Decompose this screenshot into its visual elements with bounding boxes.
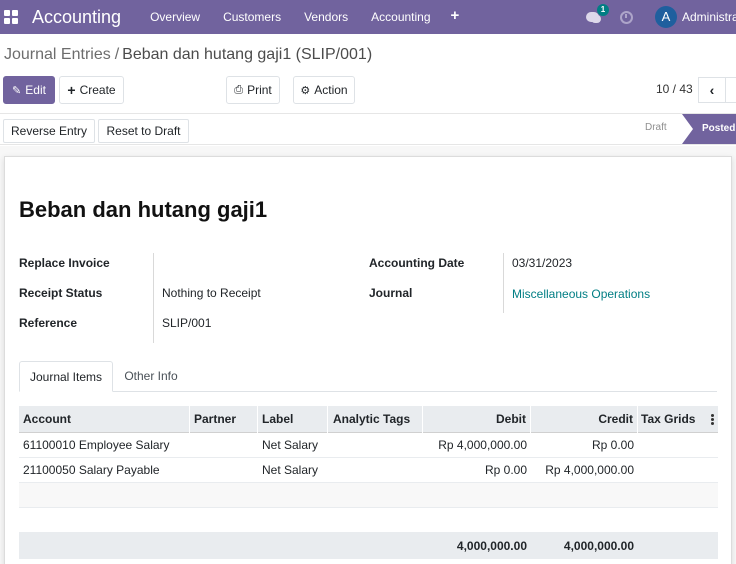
column-analytic-tags[interactable]: Analytic Tags <box>328 406 423 433</box>
action-button[interactable]: ⚙ Action <box>293 76 355 104</box>
menu-vendors[interactable]: Vendors <box>292 2 359 32</box>
apps-menu-icon[interactable] <box>4 10 18 24</box>
cell-account: 21100050 Salary Payable <box>23 463 160 477</box>
cell-account: 61100010 Employee Salary <box>23 438 170 452</box>
cell-label: Net Salary <box>262 463 319 477</box>
journal-value[interactable]: Miscellaneous Operations <box>512 287 650 301</box>
pager-value[interactable]: 10 / 43 <box>656 82 693 96</box>
cell-debit: Rp 4,000,000.00 <box>438 438 527 452</box>
edit-label: Edit <box>25 83 46 97</box>
main-menu: Overview Customers Vendors Accounting + <box>138 2 468 32</box>
menu-overview[interactable]: Overview <box>138 2 211 32</box>
entry-title: Beban dan hutang gaji1 <box>19 197 268 222</box>
menu-customers[interactable]: Customers <box>211 2 292 32</box>
action-label: Action <box>314 83 348 97</box>
gear-icon: ⚙ <box>300 84 311 97</box>
empty-row <box>19 508 718 533</box>
accounting-date-label: Accounting Date <box>369 256 465 270</box>
chevron-left-icon: ‹ <box>709 82 715 98</box>
menu-accounting[interactable]: Accounting <box>359 2 441 32</box>
create-label: Create <box>79 83 116 97</box>
journal-label: Journal <box>369 286 413 300</box>
column-label[interactable]: Label <box>258 406 328 433</box>
edit-button[interactable]: ✎ Edit <box>3 76 55 104</box>
breadcrumb-current: Beban dan hutang gaji1 (SLIP/001) <box>122 46 373 63</box>
column-partner[interactable]: Partner <box>190 406 258 433</box>
tab-journal-items[interactable]: Journal Items <box>19 361 113 392</box>
status-bar: Reverse Entry Reset to Draft Draft Poste… <box>0 113 736 145</box>
accounting-date-value: 03/31/2023 <box>512 256 573 270</box>
table-footer-totals: 4,000,000.00 4,000,000.00 <box>19 533 718 559</box>
print-button[interactable]: ⎙ Print <box>226 76 280 104</box>
right-field-divider <box>503 253 504 313</box>
optional-columns-kebab-icon[interactable] <box>711 414 714 426</box>
column-credit[interactable]: Credit <box>531 406 638 433</box>
reference-label: Reference <box>19 316 78 330</box>
cell-credit: Rp 0.00 <box>591 438 634 452</box>
empty-row <box>19 483 718 508</box>
menu-plus-icon[interactable]: + <box>442 2 469 32</box>
left-field-divider <box>153 253 154 343</box>
print-label: Print <box>247 83 272 97</box>
pencil-icon: ✎ <box>12 84 22 97</box>
pager-next-button[interactable] <box>725 77 736 103</box>
navbar-systray: 1 A Administrator <box>586 0 736 34</box>
chat-icon[interactable]: 1 <box>586 4 609 26</box>
chat-badge: 1 <box>597 4 609 16</box>
app-brand[interactable]: Accounting <box>32 7 121 28</box>
breadcrumb-separator: / <box>114 46 120 63</box>
column-tax-grids[interactable]: Tax Grids <box>638 406 708 433</box>
receipt-status-value: Nothing to Receipt <box>162 286 261 300</box>
reset-to-draft-button[interactable]: Reset to Draft <box>98 119 189 143</box>
replace-invoice-label: Replace Invoice <box>19 256 110 270</box>
cell-debit: Rp 0.00 <box>484 463 527 477</box>
column-debit[interactable]: Debit <box>423 406 531 433</box>
pager-previous-button[interactable]: ‹ <box>698 77 726 103</box>
table-row[interactable]: 21100050 Salary Payable Net Salary Rp 0.… <box>19 458 718 483</box>
activity-clock-icon[interactable] <box>620 10 633 24</box>
breadcrumb: Journal Entries / Beban dan hutang gaji1 (… <box>4 46 372 64</box>
column-account[interactable]: Account <box>19 406 190 433</box>
total-debit: 4,000,000.00 <box>456 539 527 553</box>
plus-icon: + <box>67 82 76 98</box>
table-header: Account Partner Label Analytic Tags Debi… <box>19 406 718 433</box>
user-name[interactable]: Administrator <box>682 10 736 24</box>
receipt-status-label: Receipt Status <box>19 286 103 300</box>
user-avatar[interactable]: A <box>655 6 677 28</box>
tab-other-info[interactable]: Other Info <box>114 361 188 392</box>
printer-icon: ⎙ <box>234 83 244 96</box>
cell-credit: Rp 4,000,000.00 <box>545 463 634 477</box>
breadcrumb-parent[interactable]: Journal Entries <box>4 46 111 63</box>
reverse-entry-button[interactable]: Reverse Entry <box>3 119 95 143</box>
top-navbar: Accounting Overview Customers Vendors Ac… <box>0 0 736 34</box>
stage-posted[interactable]: Posted <box>682 114 736 144</box>
reference-value: SLIP/001 <box>162 316 212 330</box>
create-button[interactable]: + Create <box>59 76 124 104</box>
cell-label: Net Salary <box>262 438 319 452</box>
total-credit: 4,000,000.00 <box>563 539 634 553</box>
stage-draft[interactable]: Draft <box>645 122 667 133</box>
table-row[interactable]: 61100010 Employee Salary Net Salary Rp 4… <box>19 433 718 458</box>
